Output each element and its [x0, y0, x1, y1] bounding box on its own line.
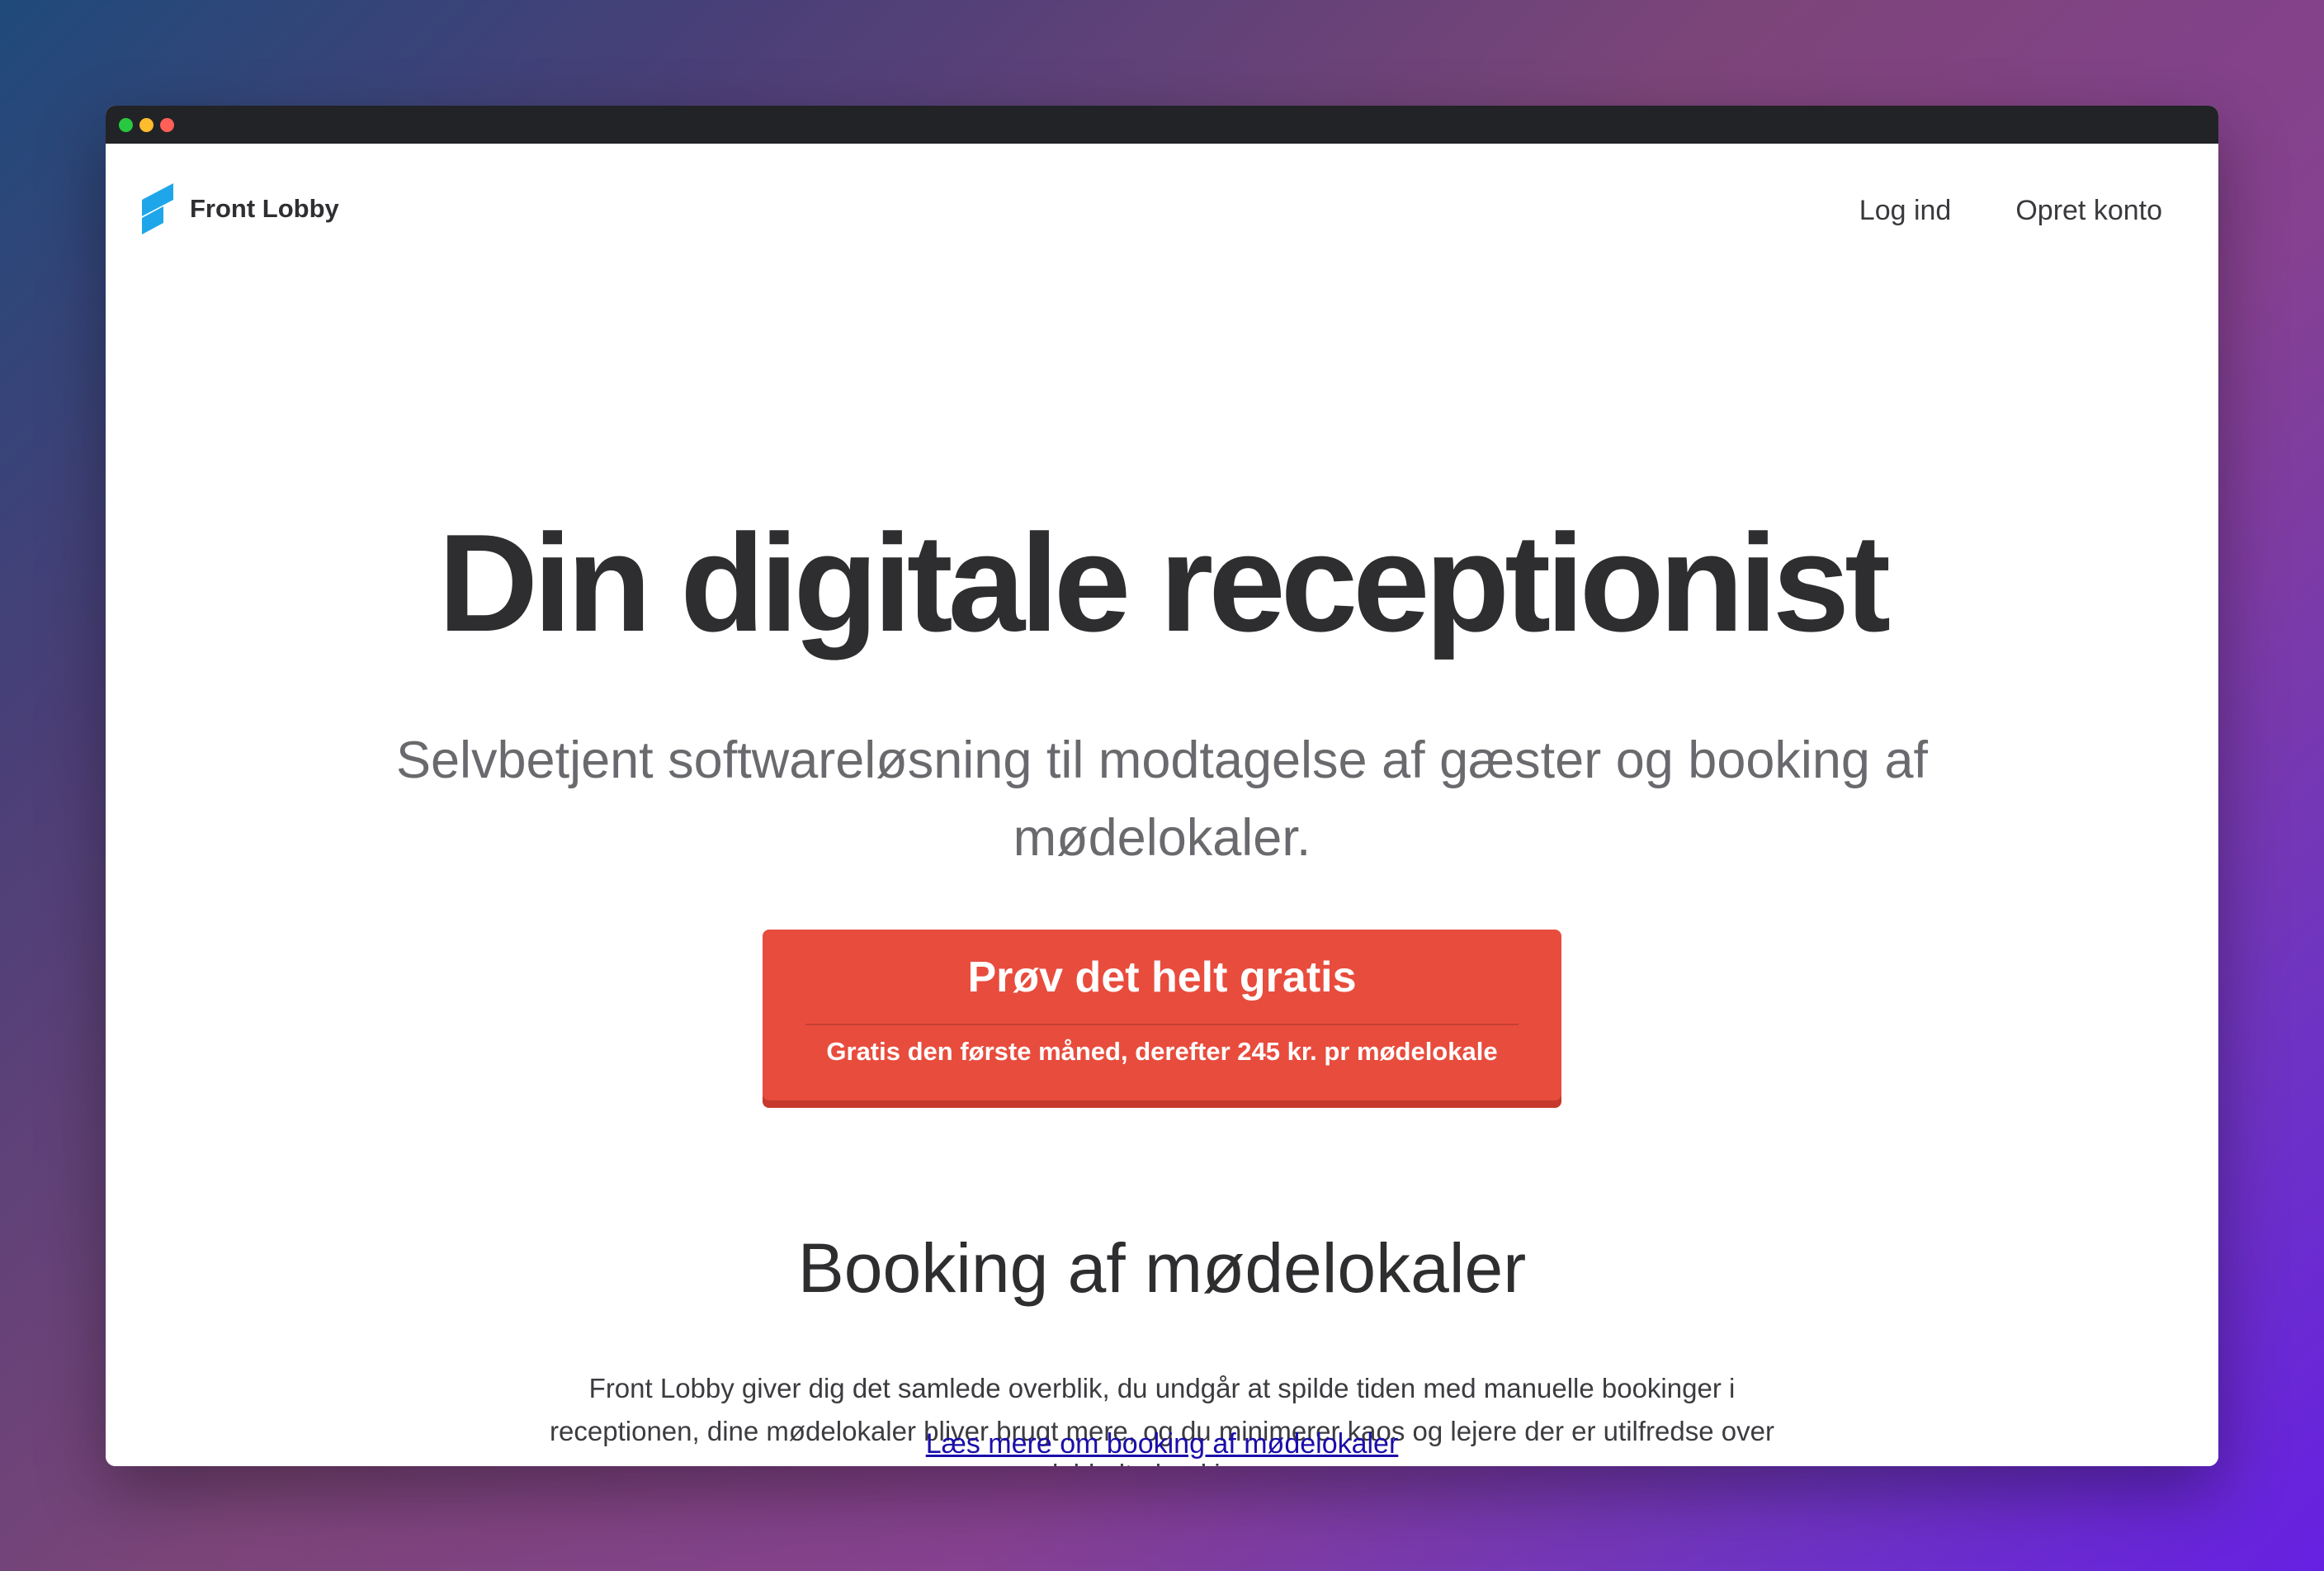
- top-navigation: Log ind Opret konto: [1859, 195, 2162, 227]
- hero-subtitle: Selvbetjent softwareløsning til modtagel…: [395, 731, 1929, 867]
- window-titlebar: [106, 106, 2218, 144]
- browser-window: Front Lobby Log ind Opret konto Din digi…: [106, 106, 2218, 1466]
- web-page: Front Lobby Log ind Opret konto Din digi…: [106, 144, 2218, 1466]
- minimize-window-button[interactable]: [139, 118, 154, 132]
- front-lobby-logo-icon: [142, 183, 173, 234]
- section-link-wrapper: Læs mere om booking af mødelokaler: [106, 1428, 2218, 1460]
- site-logo[interactable]: Front Lobby: [142, 183, 339, 234]
- read-more-link[interactable]: Læs mere om booking af mødelokaler: [926, 1428, 1399, 1460]
- signup-link[interactable]: Opret konto: [2015, 195, 2162, 227]
- close-window-button[interactable]: [160, 118, 174, 132]
- login-link[interactable]: Log ind: [1859, 195, 1952, 227]
- pricing-note: Gratis den første måned, derefter 245 kr…: [826, 1037, 1498, 1066]
- maximize-window-button[interactable]: [119, 118, 133, 132]
- cta-divider: [805, 1024, 1519, 1025]
- try-free-button-label: Prøv det helt gratis: [967, 953, 1357, 1001]
- hero-title: Din digitale receptionist: [437, 505, 1891, 660]
- site-name: Front Lobby: [190, 194, 339, 223]
- try-free-button[interactable]: Prøv det helt gratis Gratis den første m…: [763, 930, 1561, 1108]
